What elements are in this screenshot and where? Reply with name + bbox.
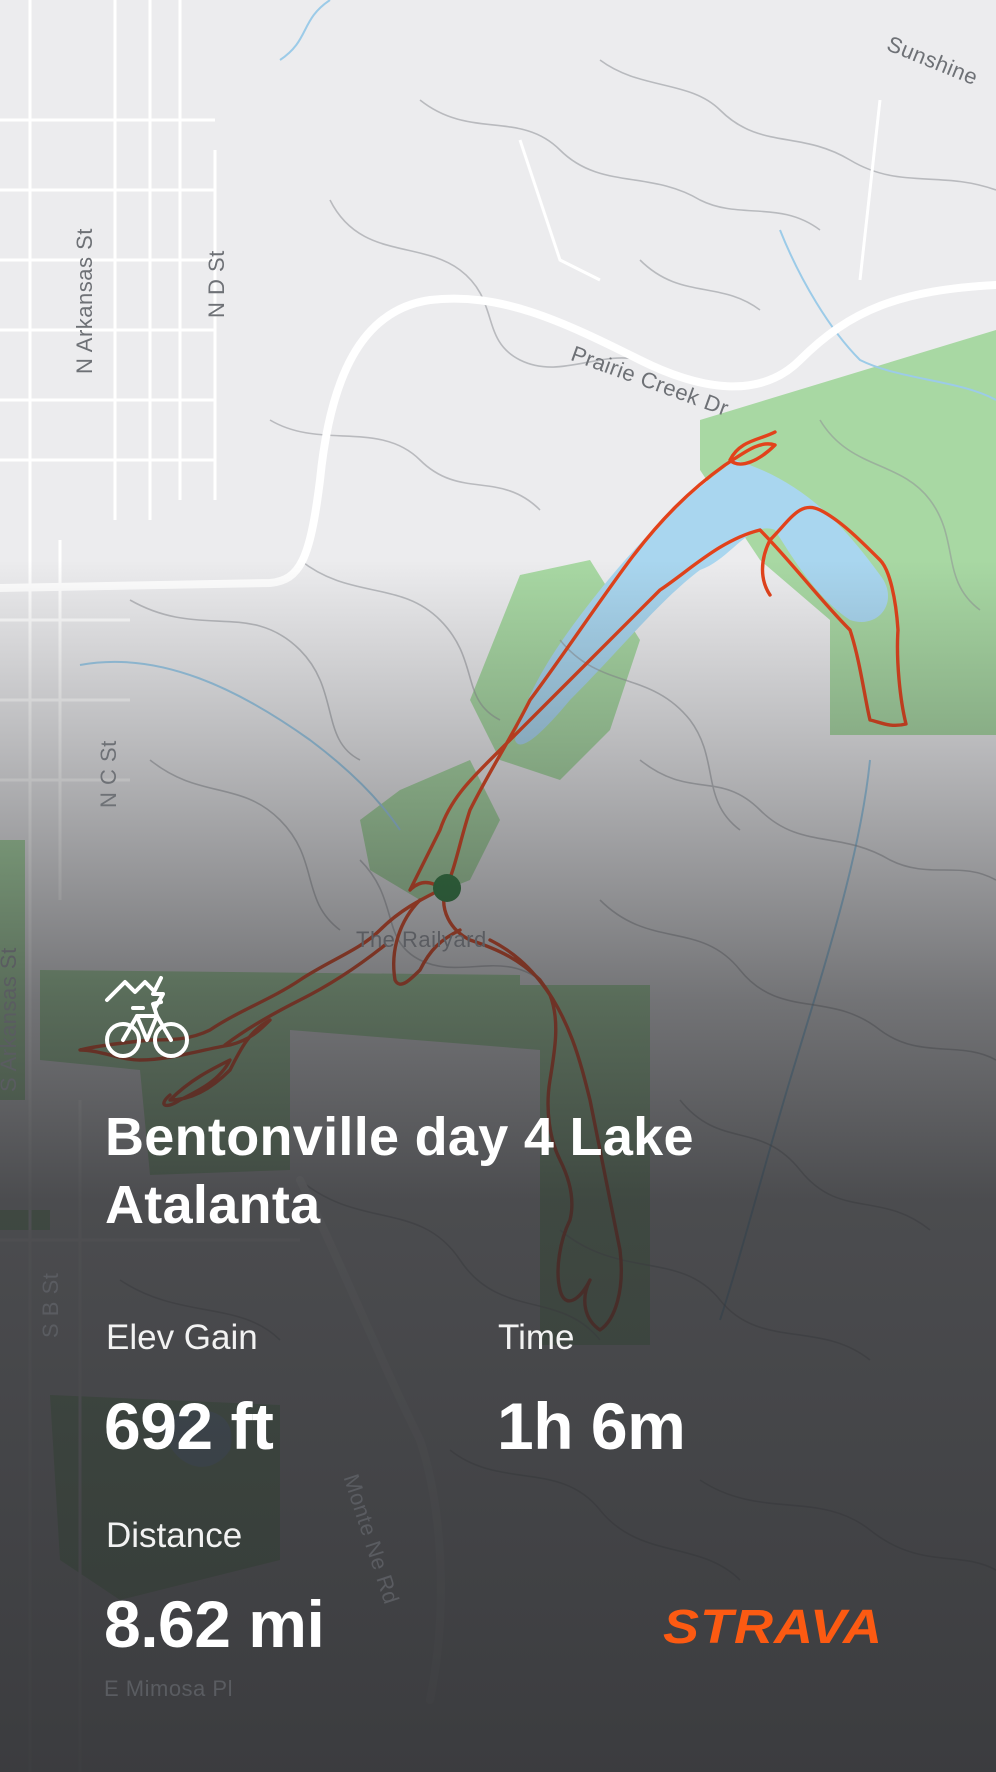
activity-share-card: Sunshine N Arkansas St N D St Prairie Cr… — [0, 0, 996, 1772]
activity-summary: Bentonville day 4 Lake Atalanta Elev Gai… — [0, 0, 996, 1772]
time-value: 1h 6m — [497, 1389, 686, 1463]
time-label: Time — [498, 1318, 575, 1357]
activity-title: Bentonville day 4 Lake Atalanta — [105, 1107, 694, 1235]
mountain-bike-icon — [105, 976, 189, 1058]
elev-gain-value: 692 ft — [104, 1389, 274, 1463]
distance-value: 8.62 mi — [104, 1587, 325, 1661]
strava-logo: STRAVA — [663, 1600, 883, 1654]
distance-label: Distance — [106, 1516, 243, 1555]
elev-gain-label: Elev Gain — [106, 1318, 258, 1357]
